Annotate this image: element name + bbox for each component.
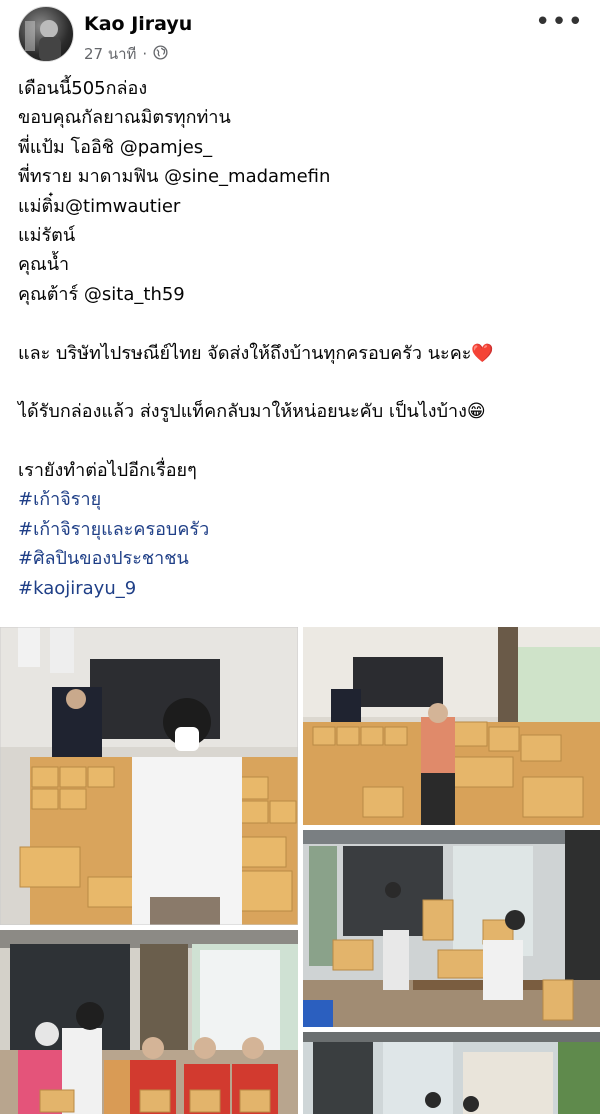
meta-separator: · [142,45,148,63]
post-photo[interactable] [0,930,298,1114]
globe-icon [153,44,168,64]
post-text: เดือนนี้505กล่อง ขอบคุณกัลยาณมิตรทุกท่าน… [18,74,588,603]
text-line: เรายังทำต่อไปอีกเรื่อยๆ [18,460,197,482]
photo-grid [0,627,600,1114]
more-options-icon[interactable]: ••• [535,9,584,35]
avatar[interactable] [18,6,74,62]
post-photo[interactable] [0,627,298,925]
hashtag-link[interactable]: #เก้าจิรายุและครอบครัว [18,515,588,544]
text-line: พี่แป้ม โออิชิ @pamjes_ [18,136,213,158]
text-line: ขอบคุณกัลยาณมิตรทุกท่าน [18,107,231,129]
hashtag-link[interactable]: #เก้าจิรายุ [18,485,588,514]
text-line: พี่ทราย มาดามฟิน @sine_madamefin [18,166,331,188]
text-line: แม่รัตน์ [18,224,76,246]
text-line: เดือนนี้505กล่อง [18,78,148,99]
text-line: คุณน้ำ [18,254,70,276]
author-name[interactable]: Kao Jirayu [84,13,192,35]
text-line: คุณต้าร์ @sita_th59 [18,283,185,305]
hashtag-link[interactable]: #ศิลปินของประชาชน [18,544,588,573]
post-header: Kao Jirayu 27 นาที · ••• [18,6,588,64]
post-photo[interactable] [303,1032,600,1114]
post-photo[interactable] [303,830,600,1027]
post-meta: 27 นาที · [84,42,168,66]
text-line: ได้รับกล่องแล้ว ส่งรูปแท็คกลับมาให้หน่อย… [18,401,486,423]
text-line: แม่ติ๋ม@timwautier [18,195,181,217]
post-photo[interactable] [303,627,600,825]
text-line: และ บริษัทไปรษณีย์ไทย จัดส่งให้ถึงบ้านทุ… [18,342,494,364]
post-time[interactable]: 27 นาที [84,42,136,66]
hashtag-link[interactable]: #kaojirayu_9 [18,574,588,603]
